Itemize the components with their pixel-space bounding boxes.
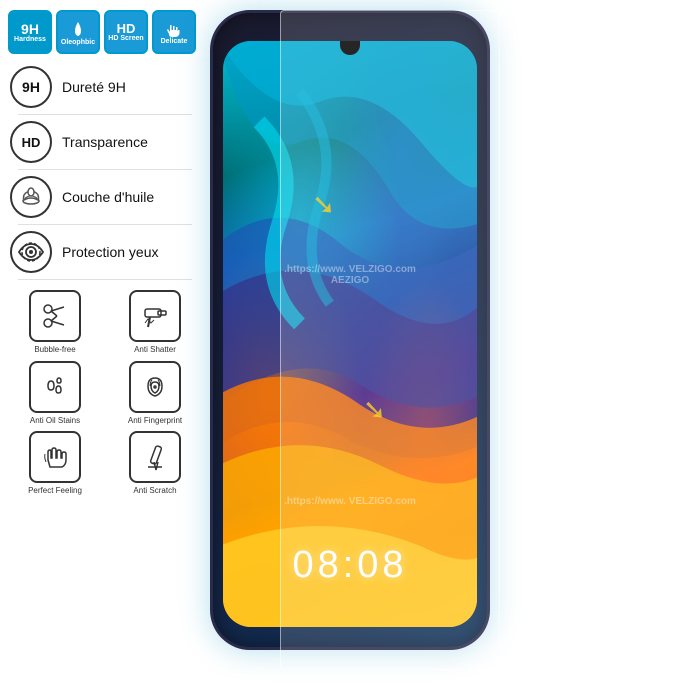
fingerprint-icon-box <box>129 361 181 413</box>
bubble-icon-box <box>29 290 81 342</box>
oil-icon-circle <box>10 176 52 218</box>
feature-protection: Protection yeux <box>8 227 202 277</box>
badge-delicate: Delicate <box>152 10 196 54</box>
glass-overlay <box>280 10 500 670</box>
fingerprint-icon <box>140 372 170 402</box>
oil-stains-icon-box <box>29 361 81 413</box>
bottom-badges-grid: Bubble-free Anti Shatter <box>8 290 202 496</box>
badge-hd: HD HD Screen <box>104 10 148 54</box>
feature-transparence: HD Transparence <box>8 117 202 167</box>
badge-bubble-free: Bubble-free <box>8 290 102 355</box>
couche-label: Couche d'huile <box>62 189 154 205</box>
eye-icon <box>17 241 45 263</box>
top-badges-row: 9H Hardness Oleophbic HD HD Screen Delic… <box>8 10 202 54</box>
badge-fingerprint: Anti Fingerprint <box>108 361 202 426</box>
badge-hardness: 9H Hardness <box>8 10 52 54</box>
shatter-icon-box <box>129 290 181 342</box>
bubble-label: Bubble-free <box>34 345 75 355</box>
oil-drop-icon <box>18 184 44 210</box>
scratch-icon-box <box>129 431 181 483</box>
feature-couche: Couche d'huile <box>8 172 202 222</box>
scissors-icon <box>40 301 70 331</box>
transparence-label: Transparence <box>62 134 148 150</box>
scratch-pen-icon <box>140 442 170 472</box>
drop-icon <box>68 19 88 39</box>
badge-perfect-feeling: Perfect Feeling <box>8 431 102 496</box>
side-button-left-1 <box>210 113 213 148</box>
hammer-icon <box>140 301 170 331</box>
drops-icon <box>40 372 70 402</box>
fingerprint-label: Anti Fingerprint <box>128 416 182 426</box>
left-panel: 9H Hardness Oleophbic HD HD Screen Delic… <box>0 0 210 700</box>
durete-label: Dureté 9H <box>62 79 126 95</box>
scratch-label: Anti Scratch <box>133 486 176 496</box>
badge-anti-scratch: Anti Scratch <box>108 431 202 496</box>
touch-icon <box>164 20 184 38</box>
protection-label: Protection yeux <box>62 244 159 260</box>
feeling-label: Perfect Feeling <box>28 486 82 496</box>
badge-oleophobic: Oleophbic <box>56 10 100 54</box>
badge-anti-shatter: Anti Shatter <box>108 290 202 355</box>
hand-icon <box>40 442 70 472</box>
side-button-left-2 <box>210 158 213 193</box>
oil-stains-label: Anti Oil Stains <box>30 416 80 426</box>
eye-icon-circle <box>10 231 52 273</box>
shatter-label: Anti Shatter <box>134 345 176 355</box>
badge-oil-stains: Anti Oil Stains <box>8 361 102 426</box>
feeling-icon-box <box>29 431 81 483</box>
durete-icon-circle: 9H <box>10 66 52 108</box>
feature-durete: 9H Dureté 9H <box>8 62 202 112</box>
hd-icon-circle: HD <box>10 121 52 163</box>
